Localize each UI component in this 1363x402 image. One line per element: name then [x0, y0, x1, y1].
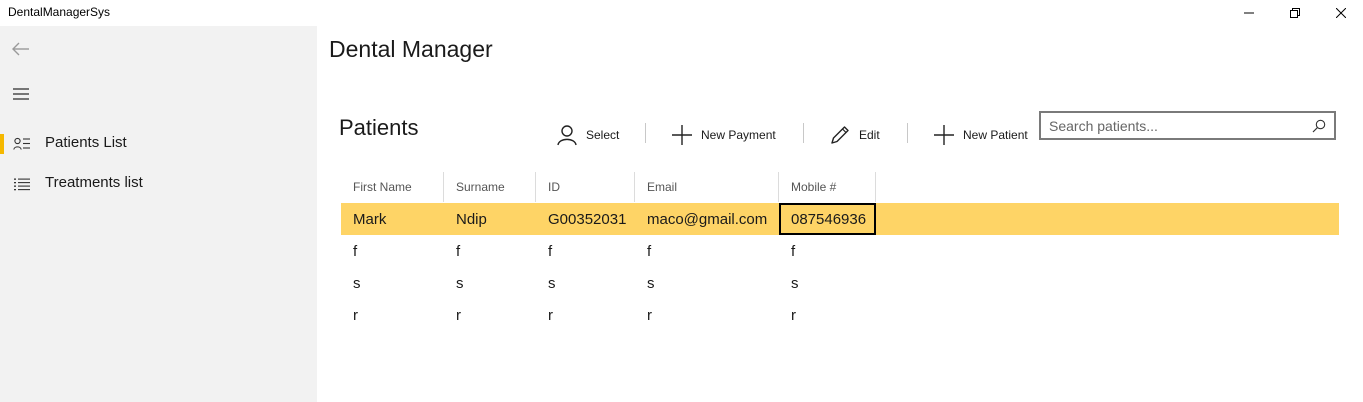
sidebar-item-label: Treatments list — [45, 174, 143, 191]
cell-id[interactable]: s — [536, 267, 635, 299]
search-box[interactable] — [1039, 111, 1336, 140]
cell-mobile[interactable]: s — [779, 267, 876, 299]
section-title: Patients — [339, 115, 419, 140]
minimize-icon — [1244, 12, 1254, 14]
contact-list-icon — [12, 135, 32, 153]
bulleted-list-icon — [12, 175, 32, 193]
cell-email[interactable]: r — [635, 299, 779, 331]
table-row[interactable]: s s s s s — [341, 267, 1339, 299]
cell-email[interactable]: maco@gmail.com — [635, 203, 779, 235]
cell-email[interactable]: s — [635, 267, 779, 299]
restore-icon — [1290, 8, 1300, 18]
column-divider[interactable] — [875, 172, 876, 202]
edit-label: Edit — [859, 128, 880, 142]
cell-surname[interactable]: Ndip — [444, 203, 536, 235]
column-header-id[interactable]: ID — [536, 172, 635, 202]
sidebar-item-patients-list[interactable]: Patients List — [0, 126, 317, 162]
person-icon — [557, 125, 577, 146]
new-payment-label: New Payment — [701, 128, 776, 142]
cell-surname[interactable]: f — [444, 235, 536, 267]
search-icon[interactable] — [1312, 119, 1326, 133]
new-patient-label: New Patient — [963, 128, 1028, 142]
back-arrow-icon — [12, 42, 29, 56]
table-row[interactable]: Mark Ndip G00352031 maco@gmail.com 08754… — [341, 203, 1339, 235]
title-bar: DentalManagerSys — [0, 0, 1363, 26]
new-payment-button[interactable]: New Payment — [671, 120, 776, 150]
sidebar-item-treatments-list[interactable]: Treatments list — [0, 166, 317, 202]
select-button[interactable]: Select — [556, 120, 619, 150]
cell-id[interactable]: r — [536, 299, 635, 331]
new-patient-button[interactable]: New Patient — [933, 120, 1028, 150]
cell-mobile[interactable]: 087546936 — [779, 203, 876, 235]
cell-mobile[interactable]: r — [779, 299, 876, 331]
cell-first-name[interactable]: r — [341, 299, 444, 331]
cell-first-name[interactable]: f — [341, 235, 444, 267]
table-row[interactable]: r r r r r — [341, 299, 1339, 331]
cell-email[interactable]: f — [635, 235, 779, 267]
command-separator — [645, 123, 646, 143]
column-header-mobile[interactable]: Mobile # — [779, 172, 876, 202]
patients-table: First Name Surname ID Email Mobile # Mar… — [341, 172, 1339, 342]
cell-first-name[interactable]: s — [341, 267, 444, 299]
command-separator — [907, 123, 908, 143]
back-button[interactable] — [8, 38, 34, 60]
hamburger-menu-button[interactable] — [8, 83, 34, 105]
cell-first-name[interactable]: Mark — [341, 203, 444, 235]
selection-indicator — [0, 134, 4, 154]
sidebar — [0, 26, 317, 402]
cell-mobile[interactable]: f — [779, 235, 876, 267]
cell-id[interactable]: f — [536, 235, 635, 267]
column-header-surname[interactable]: Surname — [444, 172, 536, 202]
close-button[interactable] — [1318, 0, 1363, 26]
column-header-email[interactable]: Email — [635, 172, 779, 202]
minimize-button[interactable] — [1226, 0, 1272, 26]
select-label: Select — [586, 128, 620, 142]
column-header-first-name[interactable]: First Name — [341, 172, 444, 202]
restore-button[interactable] — [1272, 0, 1318, 26]
hamburger-icon — [13, 88, 29, 100]
page-title: Dental Manager — [329, 36, 493, 62]
add-icon — [672, 125, 692, 145]
cell-surname[interactable]: r — [444, 299, 536, 331]
command-separator — [803, 123, 804, 143]
cell-surname[interactable]: s — [444, 267, 536, 299]
sidebar-item-label: Patients List — [45, 134, 127, 151]
add-icon — [934, 125, 954, 145]
cell-id[interactable]: G00352031 — [536, 203, 635, 235]
pencil-icon — [831, 126, 849, 144]
search-input[interactable] — [1049, 116, 1299, 136]
table-row[interactable]: f f f f f — [341, 235, 1339, 267]
window-title: DentalManagerSys — [8, 5, 111, 19]
edit-button[interactable]: Edit — [829, 120, 880, 150]
close-icon — [1336, 8, 1346, 18]
